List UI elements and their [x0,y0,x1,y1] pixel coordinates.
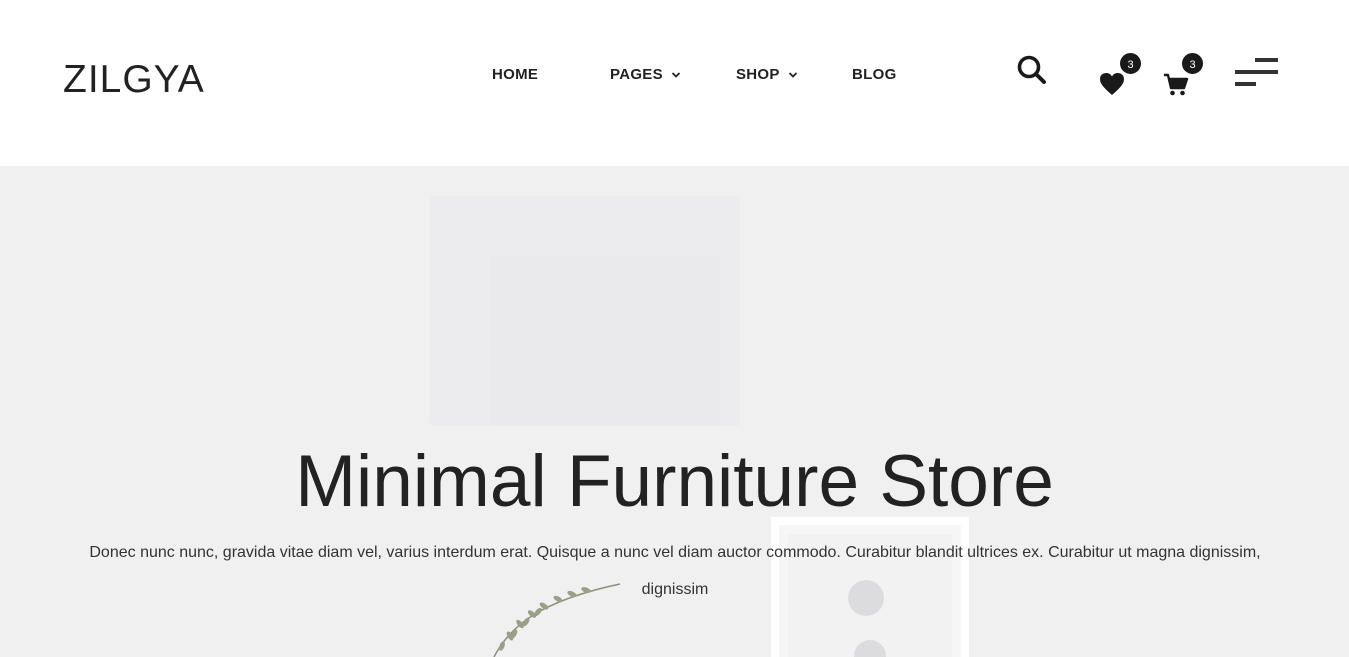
chevron-down-icon [671,72,681,78]
cart-icon [1164,73,1189,96]
nav-item-label: SHOP [736,66,780,83]
nav-item-home[interactable]: HOME [492,64,538,86]
menu-toggle-button[interactable] [1234,57,1279,89]
hero-background-shape [490,256,720,426]
cart-button[interactable] [1163,73,1189,97]
hero-title: Minimal Furniture Store [295,441,1054,522]
hero-banner: Minimal Furniture Store Donec nunc nunc,… [0,166,1349,657]
nav-item-blog[interactable]: BLOG [852,64,897,86]
wishlist-count-badge: 3 [1118,51,1143,76]
site-logo[interactable]: ZILGYA [63,58,205,102]
wishlist-button[interactable] [1098,70,1126,98]
nav-item-label: PAGES [610,66,663,83]
chevron-down-icon [788,72,797,78]
hamburger-menu-icon [1235,58,1278,86]
nav-item-shop[interactable]: SHOP [736,64,798,86]
nav-item-pages[interactable]: PAGES [610,64,681,86]
nav-item-label: HOME [492,66,539,83]
nav-item-label: BLOG [852,66,897,83]
search-icon [1017,55,1046,84]
hero-description: Donec nunc nunc, gravida vitae diam vel,… [89,544,1261,598]
heart-icon [1100,73,1124,95]
cart-count-badge: 3 [1180,51,1205,76]
search-button[interactable] [1016,54,1048,86]
site-header: ZILGYA HOME PAGES SHOP BLOG 3 3 [0,0,1349,166]
